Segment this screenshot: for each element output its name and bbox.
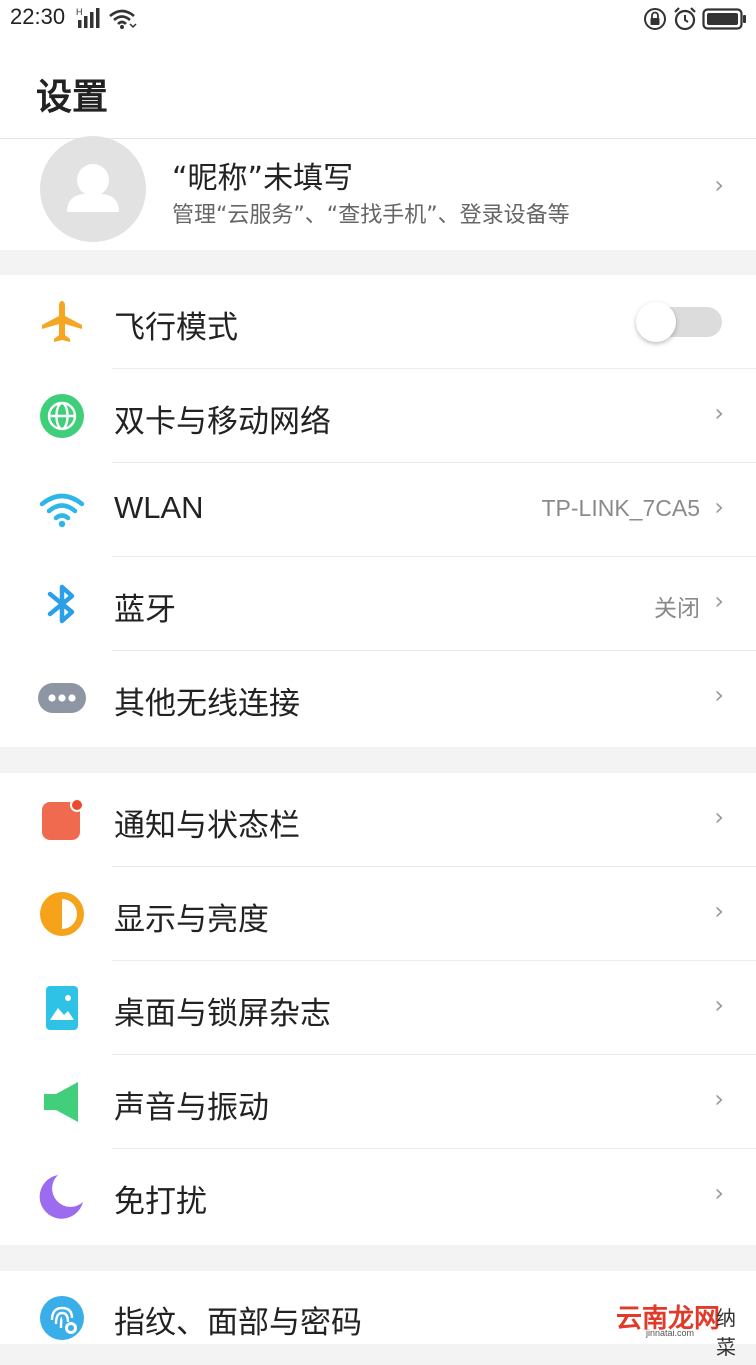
signal-icon: H — [76, 7, 100, 28]
wlan-network-name: TP-LINK_7CA5 — [541, 495, 700, 521]
settings-item-label: 桌面与锁屏杂志 — [114, 996, 331, 1032]
chevron-right-icon: › — [714, 493, 724, 521]
wifi-icon — [109, 9, 137, 29]
account-profile-row[interactable]: “昵称”未填写 管理“云服务”、“查找手机”、登录设备等 › — [0, 136, 756, 250]
personalization-section: 通知与状态栏 › 显示与亮度 › 桌面与锁屏杂志 › 声音与振动 › 免打扰 › — [0, 773, 756, 1245]
settings-item-label: 免打扰 — [114, 1184, 207, 1220]
profile-subtitle: 管理“云服务”、“查找手机”、登录设备等 — [172, 203, 570, 228]
settings-item-label: 通知与状态栏 — [114, 808, 300, 844]
settings-item-dual-sim[interactable]: 双卡与移动网络 › — [0, 369, 756, 463]
settings-item-label: 指纹、面部与密码 — [114, 1305, 362, 1341]
connectivity-section: 飞行模式 双卡与移动网络 › WLAN TP-LINK_7CA5 › 蓝牙 关闭… — [0, 275, 756, 747]
watermark-url: jinnatai.com — [646, 1328, 695, 1338]
settings-item-label: 显示与亮度 — [114, 902, 269, 938]
chevron-right-icon: › — [714, 897, 724, 925]
settings-item-label: 蓝牙 — [114, 592, 176, 628]
settings-item-label: 飞行模式 — [114, 310, 238, 346]
settings-item-display[interactable]: 显示与亮度 › — [0, 867, 756, 961]
chevron-right-icon: › — [714, 587, 724, 615]
settings-item-wallpaper[interactable]: 桌面与锁屏杂志 › — [0, 961, 756, 1055]
profile-name: “昵称”未填写 — [172, 161, 354, 196]
brightness-icon — [40, 892, 84, 936]
watermark-logo: 云南龙网 纳菜 jinnatai.com — [612, 1296, 752, 1359]
battery-icon — [702, 8, 746, 30]
avatar — [40, 136, 146, 242]
chevron-right-icon: › — [714, 1085, 724, 1113]
settings-item-label: 其他无线连接 — [114, 686, 300, 722]
network-type-label: H — [76, 7, 83, 17]
notification-icon — [42, 798, 84, 840]
moon-icon — [39, 1175, 83, 1219]
lock-rotation-icon — [644, 8, 666, 30]
watermark-side-text: 纳菜 — [716, 1306, 736, 1359]
airplane-icon — [42, 301, 82, 342]
settings-item-sound[interactable]: 声音与振动 › — [0, 1055, 756, 1149]
wifi-icon — [39, 493, 85, 528]
app-header: 设置 — [0, 40, 756, 139]
bluetooth-icon — [47, 584, 75, 624]
page-title: 设置 — [36, 77, 109, 118]
status-bar: 22:30 H — [0, 0, 756, 40]
settings-item-label: WLAN — [114, 490, 204, 525]
settings-item-notifications[interactable]: 通知与状态栏 › — [0, 773, 756, 867]
alarm-icon — [674, 7, 696, 31]
settings-item-do-not-disturb[interactable]: 免打扰 › — [0, 1149, 756, 1243]
wallpaper-icon — [46, 986, 78, 1030]
chevron-right-icon: › — [714, 171, 724, 199]
chevron-right-icon: › — [714, 803, 724, 831]
sound-icon — [44, 1082, 78, 1122]
airplane-mode-toggle[interactable] — [636, 302, 722, 342]
chevron-right-icon: › — [714, 399, 724, 427]
globe-icon — [40, 394, 84, 438]
toggle-knob — [636, 302, 676, 342]
settings-item-bluetooth[interactable]: 蓝牙 关闭 › — [0, 557, 756, 651]
chevron-right-icon: › — [714, 991, 724, 1019]
bluetooth-status: 关闭 — [654, 595, 700, 621]
settings-item-wlan[interactable]: WLAN TP-LINK_7CA5 › — [0, 463, 756, 557]
chevron-right-icon: › — [714, 1179, 724, 1207]
chevron-right-icon: › — [714, 681, 724, 709]
settings-item-airplane-mode[interactable]: 飞行模式 — [0, 275, 756, 369]
settings-item-label: 双卡与移动网络 — [114, 404, 331, 440]
person-icon — [67, 164, 119, 212]
more-dots-icon — [38, 683, 86, 713]
fingerprint-icon — [40, 1296, 84, 1340]
settings-item-other-wireless[interactable]: 其他无线连接 › — [0, 651, 756, 745]
status-time: 22:30 — [10, 4, 66, 29]
settings-item-label: 声音与振动 — [114, 1090, 269, 1126]
